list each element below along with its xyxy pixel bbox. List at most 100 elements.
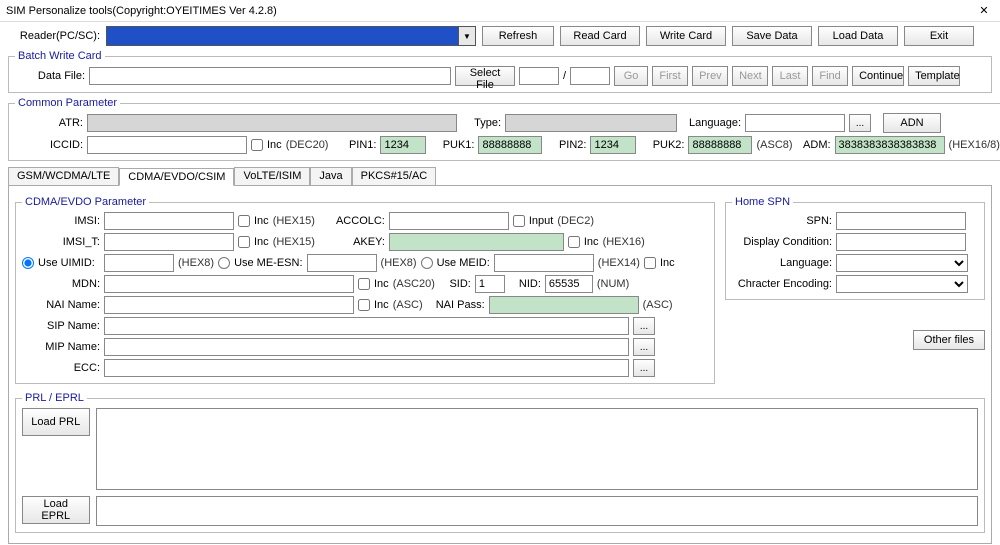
imsi-input[interactable]: [104, 212, 234, 230]
find-button[interactable]: Find: [812, 66, 848, 86]
iccid-dec20-label: (DEC20): [286, 139, 329, 151]
adm-label: ADM:: [797, 139, 831, 151]
pin2-label: PIN2:: [546, 139, 586, 151]
exit-button[interactable]: Exit: [904, 26, 974, 46]
mipname-dots-button[interactable]: ...: [633, 338, 655, 356]
pin2-input[interactable]: [590, 136, 636, 154]
meesn-input[interactable]: [307, 254, 377, 272]
continue-button[interactable]: Continue: [852, 66, 904, 86]
use-uimid-radio[interactable]: [22, 257, 34, 269]
ecc-dots-button[interactable]: ...: [633, 359, 655, 377]
load-data-button[interactable]: Load Data: [818, 26, 898, 46]
nid-label: NID:: [509, 278, 541, 290]
data-file-input[interactable]: [89, 67, 451, 85]
cdma-legend: CDMA/EVDO Parameter: [22, 196, 149, 208]
use-meid-radio[interactable]: [421, 257, 433, 269]
akey-input[interactable]: [389, 233, 564, 251]
imsi-inc-checkbox[interactable]: [238, 215, 250, 227]
write-card-button[interactable]: Write Card: [646, 26, 726, 46]
uimid-hex8: (HEX8): [178, 257, 214, 269]
imsit-label: IMSI_T:: [22, 236, 100, 248]
select-file-button[interactable]: Select File: [455, 66, 515, 86]
naipass-label: NAI Pass:: [427, 299, 485, 311]
batch-pos-input[interactable]: [519, 67, 559, 85]
akey-inc-checkbox[interactable]: [568, 236, 580, 248]
prev-button[interactable]: Prev: [692, 66, 728, 86]
accolc-dec2: (DEC2): [557, 215, 594, 227]
common-legend: Common Parameter: [15, 97, 120, 109]
iccid-inc-checkbox[interactable]: [251, 139, 263, 151]
nainame-asc: (ASC): [393, 299, 423, 311]
save-data-button[interactable]: Save Data: [732, 26, 812, 46]
adn-button[interactable]: ADN: [883, 113, 941, 133]
display-cond-input[interactable]: [836, 233, 966, 251]
imsit-inc-checkbox[interactable]: [238, 236, 250, 248]
akey-inc-text: Inc: [584, 236, 599, 248]
pin1-input[interactable]: [380, 136, 426, 154]
naipass-input[interactable]: [489, 296, 639, 314]
use-meesn-radio[interactable]: [218, 257, 230, 269]
slash-label: /: [563, 70, 566, 82]
imsit-input[interactable]: [104, 233, 234, 251]
go-button[interactable]: Go: [614, 66, 648, 86]
sid-input[interactable]: [475, 275, 505, 293]
load-eprl-button[interactable]: Load EPRL: [22, 496, 90, 524]
imsi-label: IMSI:: [22, 215, 100, 227]
puk1-input[interactable]: [478, 136, 542, 154]
nainame-input[interactable]: [104, 296, 354, 314]
char-encoding-label: Chracter Encoding:: [732, 278, 832, 290]
language-input[interactable]: [745, 114, 845, 132]
imsit-inc-text: Inc: [254, 236, 269, 248]
mdn-inc-checkbox[interactable]: [358, 278, 370, 290]
data-file-label: Data File:: [15, 70, 85, 82]
refresh-button[interactable]: Refresh: [482, 26, 554, 46]
homespn-language-select[interactable]: [836, 254, 968, 272]
prl-textarea[interactable]: [96, 408, 978, 490]
batch-total-input[interactable]: [570, 67, 610, 85]
use-meid-label: Use MEID:: [437, 257, 490, 269]
homespn-legend: Home SPN: [732, 196, 793, 208]
tab-cdma[interactable]: CDMA/EVDO/CSIM: [119, 168, 234, 186]
first-button[interactable]: First: [652, 66, 688, 86]
load-prl-button[interactable]: Load PRL: [22, 408, 90, 436]
read-card-button[interactable]: Read Card: [560, 26, 640, 46]
uimid-input[interactable]: [104, 254, 174, 272]
iccid-label: ICCID:: [15, 139, 83, 151]
accolc-input-text: Input: [529, 215, 553, 227]
spn-label: SPN:: [732, 215, 832, 227]
ecc-input[interactable]: [104, 359, 629, 377]
tab-gsm[interactable]: GSM/WCDMA/LTE: [8, 167, 119, 185]
other-files-button[interactable]: Other files: [913, 330, 985, 350]
language-dots-button[interactable]: ...: [849, 114, 871, 132]
nid-input[interactable]: [545, 275, 593, 293]
eprl-textarea[interactable]: [96, 496, 978, 526]
mdn-input[interactable]: [104, 275, 354, 293]
accolc-input[interactable]: [389, 212, 509, 230]
tab-java[interactable]: Java: [310, 167, 351, 185]
nainame-inc-checkbox[interactable]: [358, 299, 370, 311]
last-button[interactable]: Last: [772, 66, 808, 86]
tab-volte[interactable]: VoLTE/ISIM: [234, 167, 310, 185]
reader-combo[interactable]: ▼: [106, 26, 476, 46]
spn-input[interactable]: [836, 212, 966, 230]
mdn-asc20: (ASC20): [393, 278, 435, 290]
template-button[interactable]: Template: [908, 66, 960, 86]
char-encoding-select[interactable]: [836, 275, 968, 293]
next-button[interactable]: Next: [732, 66, 768, 86]
sipname-input[interactable]: [104, 317, 629, 335]
nainame-label: NAI Name:: [22, 299, 100, 311]
meid-input[interactable]: [494, 254, 594, 272]
naipass-asc: (ASC): [643, 299, 673, 311]
window-title: SIM Personalize tools(Copyright:OYEITIME…: [6, 5, 277, 17]
adm-input[interactable]: [835, 136, 945, 154]
chevron-down-icon[interactable]: ▼: [458, 27, 475, 45]
meid-inc-checkbox[interactable]: [644, 257, 656, 269]
close-icon[interactable]: ✕: [974, 4, 994, 17]
accolc-input-checkbox[interactable]: [513, 215, 525, 227]
iccid-input[interactable]: [87, 136, 247, 154]
tab-pkcs[interactable]: PKCS#15/AC: [352, 167, 437, 185]
sipname-dots-button[interactable]: ...: [633, 317, 655, 335]
imsi-hex15: (HEX15): [273, 215, 315, 227]
puk2-input[interactable]: [688, 136, 752, 154]
mipname-input[interactable]: [104, 338, 629, 356]
